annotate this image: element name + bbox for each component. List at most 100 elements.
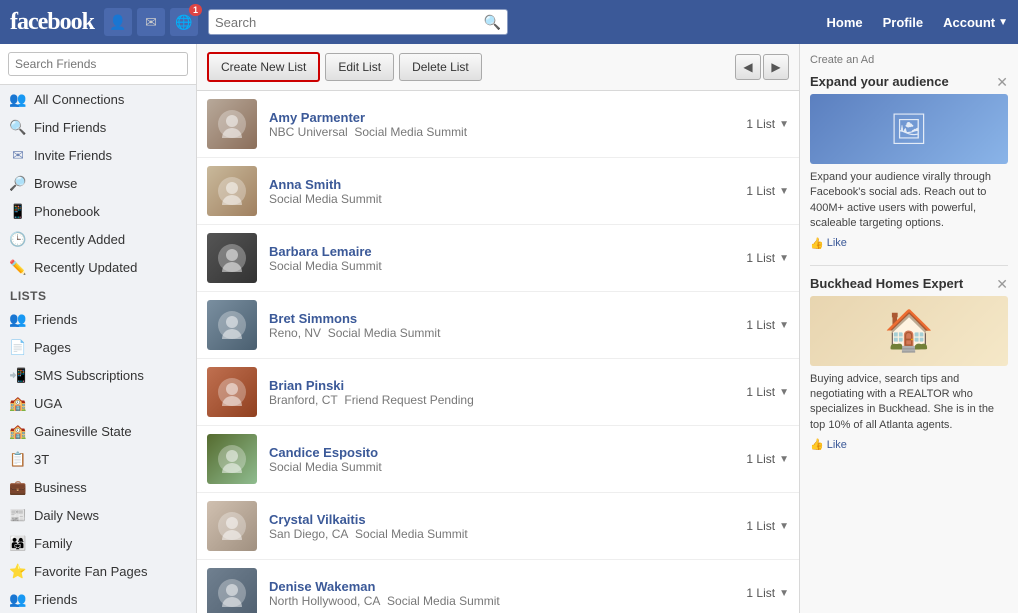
prev-arrow-button[interactable]: ◀	[735, 54, 761, 80]
sidebar-item-browse[interactable]: 🔎 Browse	[0, 169, 196, 197]
sidebar-item-find-friends[interactable]: 🔍Find Friends	[0, 113, 196, 141]
notifications-icon[interactable]: 🌐 1	[170, 8, 198, 36]
contact-row: Amy Parmenter NBC Universal Social Media…	[197, 91, 799, 158]
sidebar-nav-icon: ✏️	[10, 259, 26, 275]
sidebar-list-item-friends[interactable]: 👥Friends	[0, 305, 196, 333]
contact-name[interactable]: Barbara Lemaire	[269, 244, 734, 259]
search-friends-input[interactable]	[8, 52, 188, 76]
contact-info: Bret Simmons Reno, NV Social Media Summi…	[269, 311, 734, 340]
contact-list-count[interactable]: 1 List ▼	[746, 184, 789, 198]
list-count-label: 1 List	[746, 519, 775, 533]
contact-name[interactable]: Anna Smith	[269, 177, 734, 192]
sidebar-list-item-friends[interactable]: 👥Friends	[0, 585, 196, 613]
account-menu[interactable]: Account ▼	[943, 15, 1008, 30]
edit-list-button[interactable]: Edit List	[325, 53, 394, 81]
contact-list-count[interactable]: 1 List ▼	[746, 452, 789, 466]
sidebar-list-icon: ⭐	[10, 563, 26, 579]
list-count-chevron-icon: ▼	[779, 454, 789, 465]
contact-row: Crystal Vilkaitis San Diego, CA Social M…	[197, 493, 799, 560]
top-navigation: facebook 👤 ✉ 🌐 1 🔍 Home Profile Account …	[0, 0, 1018, 44]
next-arrow-button[interactable]: ▶	[763, 54, 789, 80]
ad2-close-button[interactable]: ✕	[996, 276, 1008, 293]
contact-name[interactable]: Brian Pinski	[269, 378, 734, 393]
sidebar-list-label: Daily News	[34, 508, 99, 523]
sidebar-item-all-connections[interactable]: 👥All Connections	[0, 85, 196, 113]
sidebar-list-item-business[interactable]: 💼Business	[0, 473, 196, 501]
contact-list-count[interactable]: 1 List ▼	[746, 385, 789, 399]
sidebar-item-recently-added[interactable]: 🕒 Recently Added	[0, 225, 196, 253]
contact-list-count[interactable]: 1 List ▼	[746, 251, 789, 265]
contact-list-count[interactable]: 1 List ▼	[746, 117, 789, 131]
ad1-title: Expand your audience	[810, 74, 949, 89]
sidebar-list-item-sms-subscriptions[interactable]: 📲SMS Subscriptions	[0, 361, 196, 389]
sidebar-nav-icon: 🔍	[10, 119, 26, 135]
sidebar-list-item-daily-news[interactable]: 📰Daily News	[0, 501, 196, 529]
contact-list-count[interactable]: 1 List ▼	[746, 586, 789, 600]
contact-info: Amy Parmenter NBC Universal Social Media…	[269, 110, 734, 139]
contact-name[interactable]: Crystal Vilkaitis	[269, 512, 734, 527]
sidebar-nav-icon: ✉	[10, 147, 26, 163]
sidebar-nav-icon: 📱	[10, 203, 26, 219]
pagination-arrows: ◀ ▶	[735, 54, 789, 80]
sidebar-list-label: 3T	[34, 452, 49, 467]
avatar-silhouette	[218, 311, 246, 339]
sidebar-list-item-uga[interactable]: 🏫 UGA	[0, 389, 196, 417]
search-bar[interactable]: 🔍	[208, 9, 508, 35]
facebook-logo: facebook	[10, 9, 94, 36]
sidebar-item-label: Recently Added	[34, 232, 125, 247]
list-count-label: 1 List	[746, 117, 775, 131]
sidebar-item-invite-friends[interactable]: ✉Invite Friends	[0, 141, 196, 169]
contact-name[interactable]: Denise Wakeman	[269, 579, 734, 594]
sidebar-list-item-pages[interactable]: 📄Pages	[0, 333, 196, 361]
content-area: Create New List Edit List Delete List ◀ …	[197, 44, 800, 613]
contact-info: Brian Pinski Branford, CT Friend Request…	[269, 378, 734, 407]
messages-icon[interactable]: ✉	[137, 8, 165, 36]
sidebar-list-label: UGA	[34, 396, 62, 411]
contact-name[interactable]: Bret Simmons	[269, 311, 734, 326]
main-layout: 👥All Connections🔍Find Friends✉Invite Fri…	[0, 44, 1018, 613]
sidebar-list-icon: 🏫	[10, 395, 26, 411]
ad1-image: 🖼	[810, 94, 1008, 164]
list-count-label: 1 List	[746, 318, 775, 332]
thumbs-up-icon-2: 👍	[810, 438, 824, 451]
sidebar-list-item-favorite-fan-pages[interactable]: ⭐Favorite Fan Pages	[0, 557, 196, 585]
sidebar-list-item-family[interactable]: 👨‍👩‍👧Family	[0, 529, 196, 557]
sidebar-item-phonebook[interactable]: 📱Phonebook	[0, 197, 196, 225]
contact-subtitle: Branford, CT Friend Request Pending	[269, 393, 734, 407]
ad1-like-button[interactable]: 👍 Like	[810, 237, 1008, 250]
contact-name[interactable]: Amy Parmenter	[269, 110, 734, 125]
sidebar-list-icon: 👥	[10, 591, 26, 607]
sidebar-item-recently-updated[interactable]: ✏️Recently Updated	[0, 253, 196, 281]
avatar-silhouette	[218, 110, 246, 138]
sidebar-item-label: Browse	[34, 176, 77, 191]
ad-divider	[810, 265, 1008, 266]
contact-list-count[interactable]: 1 List ▼	[746, 318, 789, 332]
sidebar-nav-icon: 🕒	[10, 231, 26, 247]
contact-avatar	[207, 568, 257, 613]
sidebar-nav-icon: 🔎	[10, 175, 26, 191]
contact-subtitle: North Hollywood, CA Social Media Summit	[269, 594, 734, 608]
contact-avatar	[207, 233, 257, 283]
avatar-silhouette	[218, 579, 246, 607]
sidebar-list-label: Pages	[34, 340, 71, 355]
ad2-like-button[interactable]: 👍 Like	[810, 438, 1008, 451]
toolbar: Create New List Edit List Delete List ◀ …	[197, 44, 799, 91]
contact-list-count[interactable]: 1 List ▼	[746, 519, 789, 533]
delete-list-button[interactable]: Delete List	[399, 53, 482, 81]
contact-row: Brian Pinski Branford, CT Friend Request…	[197, 359, 799, 426]
contact-name[interactable]: Candice Esposito	[269, 445, 734, 460]
contact-subtitle: Reno, NV Social Media Summit	[269, 326, 734, 340]
create-new-list-button[interactable]: Create New List	[207, 52, 320, 82]
home-link[interactable]: Home	[827, 15, 863, 30]
avatar-silhouette	[218, 244, 246, 272]
sidebar-list-item-gainesville-state[interactable]: 🏫Gainesville State	[0, 417, 196, 445]
nav-icon-group: 👤 ✉ 🌐 1	[104, 8, 198, 36]
search-input[interactable]	[215, 15, 484, 30]
friends-icon[interactable]: 👤	[104, 8, 132, 36]
profile-link[interactable]: Profile	[883, 15, 923, 30]
ad1-close-button[interactable]: ✕	[996, 74, 1008, 91]
sidebar-list-item-3t[interactable]: 📋3T	[0, 445, 196, 473]
lists-section-label: Lists	[0, 281, 196, 305]
sidebar: 👥All Connections🔍Find Friends✉Invite Fri…	[0, 44, 197, 613]
contact-info: Anna Smith Social Media Summit	[269, 177, 734, 206]
